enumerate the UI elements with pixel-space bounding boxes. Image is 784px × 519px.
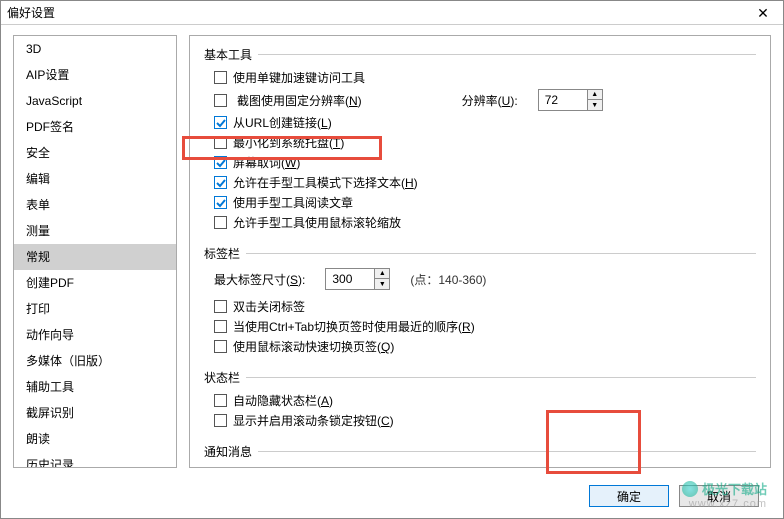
spinner-up-icon[interactable]: ▲ [375, 269, 389, 279]
checkbox-minimize-tray[interactable] [214, 136, 227, 149]
resolution-spinner[interactable]: ▲ ▼ [538, 89, 603, 111]
resolution-label: 分辨率(U): [462, 92, 518, 109]
checkbox-ctrl-tab[interactable] [214, 320, 227, 333]
label-single-key[interactable]: 使用单键加速键访问工具 [233, 69, 365, 86]
close-button[interactable]: ✕ [743, 1, 783, 25]
row-fixed-res: 截图使用固定分辨率(N) 分辨率(U): ▲ ▼ [214, 89, 756, 111]
sidebar-item[interactable]: 常规 [14, 244, 176, 270]
section-notify: 通知消息 [204, 443, 756, 460]
checkbox-scroll-switch[interactable] [214, 340, 227, 353]
row-hand-select: 允许在手型工具模式下选择文本(H) [214, 174, 756, 191]
sidebar-item[interactable]: 安全 [14, 140, 176, 166]
sidebar-item[interactable]: 编辑 [14, 166, 176, 192]
sidebar-item[interactable]: 朗读 [14, 426, 176, 452]
row-hand-scroll: 允许手型工具使用鼠标滚轮缩放 [214, 214, 756, 231]
content-area: 3DAIP设置JavaScriptPDF签名安全编辑表单测量常规创建PDF打印动… [1, 25, 783, 474]
label-ctrl-tab[interactable]: 当使用Ctrl+Tab切换页签时使用最近的顺序(R) [233, 318, 475, 335]
sidebar-item[interactable]: 测量 [14, 218, 176, 244]
category-sidebar[interactable]: 3DAIP设置JavaScriptPDF签名安全编辑表单测量常规创建PDF打印动… [13, 35, 177, 468]
label-hand-select[interactable]: 允许在手型工具模式下选择文本(H) [233, 174, 418, 191]
max-tab-size-hint: (点：140-360) [410, 271, 486, 288]
section-title-tab: 标签栏 [204, 245, 756, 262]
label-minimize-tray[interactable]: 最小化到系统托盘(T) [233, 134, 344, 151]
sidebar-item[interactable]: 动作向导 [14, 322, 176, 348]
checkbox-url-links[interactable] [214, 116, 227, 129]
sidebar-item[interactable]: 3D [14, 36, 176, 62]
row-single-key: 使用单键加速键访问工具 [214, 69, 756, 86]
checkbox-hand-scroll[interactable] [214, 216, 227, 229]
sidebar-item[interactable]: 表单 [14, 192, 176, 218]
cancel-button[interactable]: 取消 [679, 485, 759, 507]
window-title: 偏好设置 [7, 4, 55, 21]
label-screen-pick[interactable]: 屏幕取词(W) [233, 154, 300, 171]
row-hand-read: 使用手型工具阅读文章 [214, 194, 756, 211]
sidebar-item[interactable]: 辅助工具 [14, 374, 176, 400]
sidebar-item[interactable]: AIP设置 [14, 62, 176, 88]
checkbox-hand-read[interactable] [214, 196, 227, 209]
dialog-footer: 确定 取消 [1, 474, 783, 518]
row-dbl-close: 双击关闭标签 [214, 298, 756, 315]
sidebar-item[interactable]: 打印 [14, 296, 176, 322]
section-status-bar: 状态栏 自动隐藏状态栏(A) 显示并启用滚动条锁定按钮(C) [204, 369, 756, 429]
preferences-window: 偏好设置 ✕ 3DAIP设置JavaScriptPDF签名安全编辑表单测量常规创… [0, 0, 784, 519]
sidebar-item[interactable]: 创建PDF [14, 270, 176, 296]
label-auto-hide[interactable]: 自动隐藏状态栏(A) [233, 392, 333, 409]
sidebar-item[interactable]: PDF签名 [14, 114, 176, 140]
label-hand-scroll[interactable]: 允许手型工具使用鼠标滚轮缩放 [233, 214, 401, 231]
row-show-lock: 显示并启用滚动条锁定按钮(C) [214, 412, 756, 429]
sidebar-item[interactable]: JavaScript [14, 88, 176, 114]
checkbox-screen-pick[interactable] [214, 156, 227, 169]
spinner-up-icon[interactable]: ▲ [588, 90, 602, 100]
row-max-tab-size: 最大标签尺寸(S): ▲ ▼ (点：140-360) [214, 268, 756, 290]
checkbox-show-lock[interactable] [214, 414, 227, 427]
label-show-lock[interactable]: 显示并启用滚动条锁定按钮(C) [233, 412, 394, 429]
section-tab-bar: 标签栏 最大标签尺寸(S): ▲ ▼ (点：140-360) 双击关闭标签 [204, 245, 756, 355]
spinner-down-icon[interactable]: ▼ [588, 100, 602, 110]
row-url-links: 从URL创建链接(L) [214, 114, 756, 131]
titlebar: 偏好设置 ✕ [1, 1, 783, 25]
label-fixed-res[interactable]: 截图使用固定分辨率(N) [237, 92, 362, 109]
spinner-down-icon[interactable]: ▼ [375, 279, 389, 289]
max-tab-size-spinner[interactable]: ▲ ▼ [325, 268, 390, 290]
checkbox-hand-select[interactable] [214, 176, 227, 189]
resolution-input[interactable] [539, 91, 587, 109]
checkbox-single-key[interactable] [214, 71, 227, 84]
section-title-basic: 基本工具 [204, 46, 756, 63]
section-basic-tools: 基本工具 使用单键加速键访问工具 截图使用固定分辨率(N) 分辨率(U): ▲ … [204, 46, 756, 231]
checkbox-auto-hide[interactable] [214, 394, 227, 407]
max-tab-size-label: 最大标签尺寸(S): [214, 271, 305, 288]
row-scroll-switch: 使用鼠标滚动快速切换页签(Q) [214, 338, 756, 355]
row-screen-pick: 屏幕取词(W) [214, 154, 756, 171]
label-hand-read[interactable]: 使用手型工具阅读文章 [233, 194, 353, 211]
label-url-links[interactable]: 从URL创建链接(L) [233, 114, 332, 131]
label-scroll-switch[interactable]: 使用鼠标滚动快速切换页签(Q) [233, 338, 394, 355]
ok-button[interactable]: 确定 [589, 485, 669, 507]
sidebar-item[interactable]: 历史记录 [14, 452, 176, 468]
row-ctrl-tab: 当使用Ctrl+Tab切换页签时使用最近的顺序(R) [214, 318, 756, 335]
row-auto-hide: 自动隐藏状态栏(A) [214, 392, 756, 409]
section-title-notify: 通知消息 [204, 443, 756, 460]
label-dbl-close[interactable]: 双击关闭标签 [233, 298, 305, 315]
row-minimize-tray: 最小化到系统托盘(T) [214, 134, 756, 151]
max-tab-size-input[interactable] [326, 270, 374, 288]
checkbox-dbl-close[interactable] [214, 300, 227, 313]
settings-panel: 基本工具 使用单键加速键访问工具 截图使用固定分辨率(N) 分辨率(U): ▲ … [189, 35, 771, 468]
sidebar-item[interactable]: 截屏识别 [14, 400, 176, 426]
section-title-status: 状态栏 [204, 369, 756, 386]
sidebar-item[interactable]: 多媒体（旧版） [14, 348, 176, 374]
checkbox-fixed-res[interactable] [214, 94, 227, 107]
